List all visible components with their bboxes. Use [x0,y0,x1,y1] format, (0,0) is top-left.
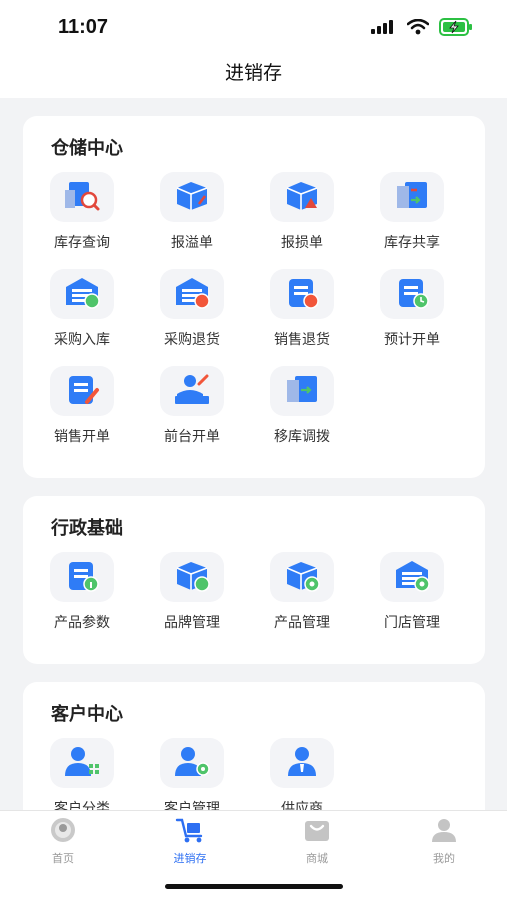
menu-item-label: 预计开单 [384,331,440,347]
signal-icon [371,20,397,39]
inventory-search-icon [63,178,101,217]
menu-item-label: 库存查询 [54,234,110,250]
menu-item-scheduled-order[interactable]: 预计开单 [357,269,467,349]
profile-icon [429,819,459,847]
tab-profile[interactable]: 我的 [381,817,507,866]
menu-item-overflow-report[interactable]: 报溢单 [137,172,247,252]
menu-item-inventory-share[interactable]: 库存共享 [357,172,467,252]
front-desk-order-icon [173,372,211,411]
battery-charging-icon [439,18,473,41]
home-avatar-icon [48,818,78,847]
loss-report-icon [283,178,321,217]
tab-home[interactable]: 首页 [0,817,126,866]
menu-item-product-management[interactable]: 产品管理 [247,552,357,632]
purchase-inbound-icon [63,275,101,314]
menu-item-label: 销售退货 [274,331,330,347]
customer-management-icon [173,744,211,783]
inventory-share-icon [393,178,431,217]
home-indicator [165,884,343,889]
menu-item-store-management[interactable]: 门店管理 [357,552,467,632]
menu-item-label: 报损单 [281,234,323,250]
menu-item-purchase-return[interactable]: 采购退货 [137,269,247,349]
menu-item-label: 移库调拨 [274,428,330,444]
page-title: 进销存 [224,63,282,84]
menu-item-label: 品牌管理 [164,614,220,630]
menu-item-sales-order[interactable]: 销售开单 [27,366,137,446]
menu-item-label: 销售开单 [54,428,110,444]
section-admin-basics: 行政基础 产品参数 品牌管理 产品管理 门店管理 [23,496,485,664]
status-time: 11:07 [58,16,109,38]
menu-item-product-params[interactable]: 产品参数 [27,552,137,632]
product-management-icon [283,558,321,597]
cart-icon [175,818,205,847]
sales-return-icon [283,275,321,314]
section-warehouse-center: 仓储中心 库存查询 报溢单 报损单 库存共享 采购入库 采购退货 销售退货 预计… [23,116,485,478]
section-title: 行政基础 [51,518,123,538]
tab-label: 进销存 [173,853,207,865]
overflow-report-icon [173,178,211,217]
menu-item-customer-category[interactable]: 客户分类 [27,738,137,818]
menu-item-label: 库存共享 [384,234,440,250]
menu-item-customer-management[interactable]: 客户管理 [137,738,247,818]
menu-item-loss-report[interactable]: 报损单 [247,172,357,252]
menu-item-stock-transfer[interactable]: 移库调拨 [247,366,357,446]
scheduled-order-icon [393,275,431,314]
menu-item-front-desk-order[interactable]: 前台开单 [137,366,247,446]
tab-mall[interactable]: 商城 [254,817,380,866]
wifi-icon [406,18,430,40]
status-bar: 11:07 [0,0,507,52]
brand-management-icon [173,558,211,597]
product-params-icon [63,558,101,597]
section-title: 仓储中心 [51,138,123,158]
menu-item-label: 产品管理 [274,614,330,630]
status-icons [371,18,473,41]
menu-item-label: 采购退货 [164,331,220,347]
tab-label: 首页 [52,853,74,865]
sales-order-icon [63,372,101,411]
store-management-icon [393,558,431,597]
tab-label: 商城 [306,853,328,865]
menu-item-sales-return[interactable]: 销售退货 [247,269,357,349]
customer-category-icon [63,744,101,783]
purchase-return-icon [173,275,211,314]
menu-item-label: 前台开单 [164,428,220,444]
supplier-icon [283,744,321,783]
menu-item-inventory-search[interactable]: 库存查询 [27,172,137,252]
stock-transfer-icon [283,372,321,411]
menu-item-label: 门店管理 [384,614,440,630]
menu-item-label: 报溢单 [171,234,213,250]
menu-item-brand-management[interactable]: 品牌管理 [137,552,247,632]
mall-icon [302,821,332,847]
menu-item-purchase-inbound[interactable]: 采购入库 [27,269,137,349]
menu-item-label: 产品参数 [54,614,110,630]
menu-item-label: 采购入库 [54,331,110,347]
menu-item-supplier[interactable]: 供应商 [247,738,357,818]
tab-label: 我的 [433,853,455,865]
section-title: 客户中心 [51,704,123,724]
tab-inventory[interactable]: 进销存 [127,817,253,866]
nav-bar: 进销存 [0,52,507,98]
